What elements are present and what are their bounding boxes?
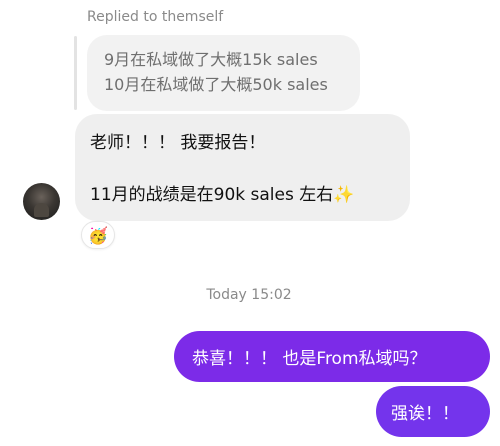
incoming-message-bubble[interactable]: 老师！！！ 我要报告！ 11月的战绩是在90k sales 左右✨ [75,114,410,221]
quoted-message-bubble[interactable]: 9月在私域做了大概15k sales 10月在私域做了大概50k sales [87,35,360,111]
outgoing-message-bubble-2[interactable]: 强诶！！ [376,386,490,437]
sender-avatar[interactable] [23,183,60,220]
replied-to-label: Replied to themself [87,9,224,25]
outgoing-message-bubble-1[interactable]: 恭喜！！！ 也是From私域吗？ [174,331,490,382]
timestamp-divider: Today 15:02 [0,287,500,303]
incoming-message-line-1: 老师！！！ 我要报告！ [90,133,266,153]
quoted-message-line-1: 9月在私域做了大概15k sales [104,50,318,69]
reaction-badge[interactable]: 🥳 [81,221,115,249]
timestamp-text: Today 15:02 [206,287,292,303]
outgoing-message-text-2: 强诶！！ [391,404,459,424]
incoming-message-line-2: 11月的战绩是在90k sales 左右✨ [90,185,355,205]
quoted-message-line-2: 10月在私域做了大概50k sales [104,75,328,94]
partying-face-icon: 🥳 [88,225,108,245]
reply-indicator-bar [74,36,77,110]
outgoing-message-text-1: 恭喜！！！ 也是From私域吗？ [192,349,427,369]
